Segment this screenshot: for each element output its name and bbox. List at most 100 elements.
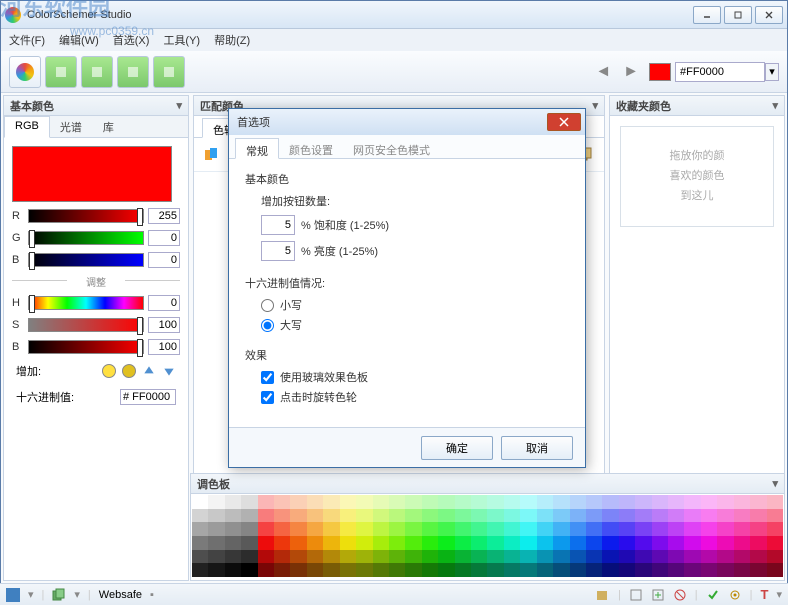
palette-cell[interactable]	[750, 509, 766, 523]
down-arrow-icon[interactable]	[162, 364, 176, 378]
palette-cell[interactable]	[635, 522, 651, 536]
palette-cell[interactable]	[290, 550, 306, 564]
palette-cell[interactable]	[471, 550, 487, 564]
palette-cell[interactable]	[734, 509, 750, 523]
palette-cell[interactable]	[422, 550, 438, 564]
palette-cell[interactable]	[307, 495, 323, 509]
palette-cell[interactable]	[192, 550, 208, 564]
palette-cell[interactable]	[208, 563, 224, 577]
palette-cell[interactable]	[537, 550, 553, 564]
palette-cell[interactable]	[323, 495, 339, 509]
palette-cell[interactable]	[373, 536, 389, 550]
palette-cell[interactable]	[356, 563, 372, 577]
h-input[interactable]	[148, 295, 180, 311]
tab-rgb[interactable]: RGB	[4, 116, 50, 138]
sb-icon-3[interactable]	[651, 588, 665, 602]
tab-color-settings[interactable]: 颜色设置	[279, 138, 343, 158]
palette-cell[interactable]	[241, 495, 257, 509]
palette-cell[interactable]	[455, 536, 471, 550]
palette-cell[interactable]	[652, 495, 668, 509]
sb-gear-icon[interactable]	[728, 588, 742, 602]
palette-cell[interactable]	[668, 522, 684, 536]
palette-cell[interactable]	[422, 509, 438, 523]
match-dropdown-icon[interactable]: ▾	[592, 99, 598, 112]
palette-cell[interactable]	[290, 536, 306, 550]
palette-cell[interactable]	[619, 550, 635, 564]
palette-cell[interactable]	[619, 563, 635, 577]
websafe-label[interactable]: Websafe	[99, 589, 142, 601]
palette-cell[interactable]	[553, 550, 569, 564]
palette-cell[interactable]	[668, 536, 684, 550]
add-yellow-icon[interactable]	[102, 364, 116, 378]
palette-cell[interactable]	[487, 563, 503, 577]
rotate-checkbox[interactable]	[261, 391, 274, 404]
palette-cell[interactable]	[405, 495, 421, 509]
tool-button-1[interactable]	[45, 56, 77, 88]
menu-file[interactable]: 文件(F)	[9, 32, 45, 48]
g-input[interactable]	[148, 230, 180, 246]
palette-cell[interactable]	[684, 495, 700, 509]
palette-cell[interactable]	[717, 536, 733, 550]
palette-cell[interactable]	[570, 536, 586, 550]
palette-cell[interactable]	[340, 522, 356, 536]
uppercase-radio[interactable]	[261, 319, 274, 332]
palette-cell[interactable]	[290, 563, 306, 577]
tab-general[interactable]: 常规	[235, 138, 279, 159]
palette-cell[interactable]	[274, 522, 290, 536]
palette-cell[interactable]	[208, 495, 224, 509]
palette-cell[interactable]	[701, 536, 717, 550]
palette-cell[interactable]	[570, 550, 586, 564]
palette-cell[interactable]	[241, 509, 257, 523]
swatch-tool-icon[interactable]	[200, 143, 224, 167]
dialog-close-button[interactable]	[547, 113, 581, 131]
palette-cell[interactable]	[438, 536, 454, 550]
palette-cell[interactable]	[504, 522, 520, 536]
palette-dropdown-icon[interactable]: ▾	[772, 477, 778, 490]
palette-cell[interactable]	[717, 522, 733, 536]
cancel-button[interactable]: 取消	[501, 436, 573, 460]
palette-cell[interactable]	[389, 522, 405, 536]
palette-cell[interactable]	[504, 563, 520, 577]
palette-cell[interactable]	[619, 509, 635, 523]
palette-cell[interactable]	[553, 509, 569, 523]
menu-tools[interactable]: 工具(Y)	[163, 32, 200, 48]
palette-cell[interactable]	[619, 495, 635, 509]
tool-button-2[interactable]	[81, 56, 113, 88]
palette-cell[interactable]	[504, 550, 520, 564]
palette-cell[interactable]	[405, 522, 421, 536]
palette-cell[interactable]	[767, 563, 783, 577]
hex-input[interactable]	[120, 389, 176, 405]
palette-cell[interactable]	[389, 563, 405, 577]
tool-button-4[interactable]	[153, 56, 185, 88]
palette-cell[interactable]	[323, 563, 339, 577]
palette-cell[interactable]	[192, 563, 208, 577]
palette-cell[interactable]	[389, 536, 405, 550]
back-arrow-icon[interactable]: ◄	[589, 61, 617, 83]
palette-cell[interactable]	[438, 509, 454, 523]
palette-cell[interactable]	[471, 509, 487, 523]
minimize-button[interactable]	[693, 6, 721, 24]
b-slider[interactable]	[28, 253, 144, 267]
palette-cell[interactable]	[455, 563, 471, 577]
lightness-input[interactable]	[261, 241, 295, 261]
lowercase-radio[interactable]	[261, 299, 274, 312]
palette-cell[interactable]	[241, 563, 257, 577]
palette-cell[interactable]	[750, 563, 766, 577]
palette-cell[interactable]	[635, 509, 651, 523]
palette-cell[interactable]	[701, 522, 717, 536]
menu-pref[interactable]: 首选(X)	[113, 32, 150, 48]
palette-grid[interactable]	[191, 494, 784, 578]
palette-cell[interactable]	[323, 550, 339, 564]
palette-cell[interactable]	[274, 495, 290, 509]
palette-cell[interactable]	[438, 550, 454, 564]
palette-cell[interactable]	[553, 522, 569, 536]
palette-cell[interactable]	[602, 536, 618, 550]
palette-cell[interactable]	[422, 563, 438, 577]
palette-cell[interactable]	[520, 522, 536, 536]
fav-dropdown-icon[interactable]: ▾	[772, 99, 778, 112]
palette-cell[interactable]	[734, 495, 750, 509]
palette-cell[interactable]	[652, 563, 668, 577]
palette-cell[interactable]	[684, 550, 700, 564]
sb-icon-4[interactable]	[673, 588, 687, 602]
palette-cell[interactable]	[455, 522, 471, 536]
